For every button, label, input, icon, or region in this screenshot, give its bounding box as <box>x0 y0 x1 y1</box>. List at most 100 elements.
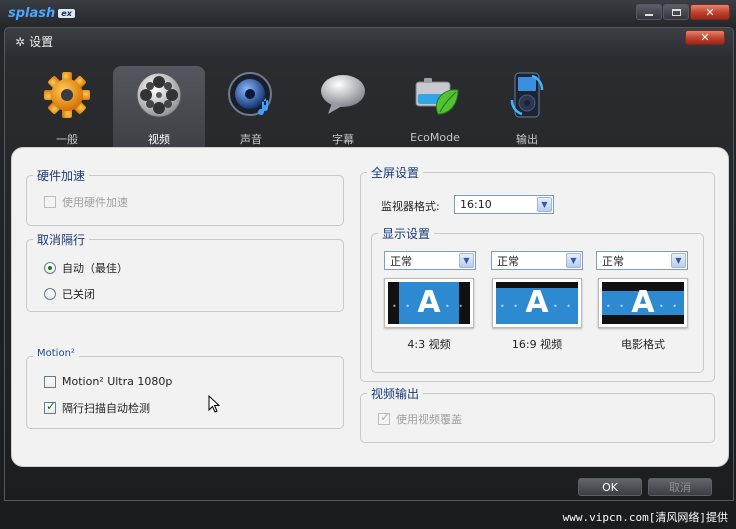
hw-accel-option: 使用硬件加速 <box>44 194 128 210</box>
motion-group: Motion² Motion² Ultra 1080p ✓ 隔行扫描自动检测 <box>26 348 344 429</box>
tab-output[interactable]: 输出 <box>481 66 573 148</box>
select-value: 正常 <box>390 254 412 268</box>
close-button[interactable]: ✕ <box>690 4 730 20</box>
app-logo: splash ex <box>8 5 75 21</box>
display-169-select[interactable]: 正常 ▼ <box>491 251 583 270</box>
monitor-format-select[interactable]: 16:10 ▼ <box>454 195 554 214</box>
settings-tabs: 一般 视频 声音 字幕 EcoMode 输出 <box>5 64 733 148</box>
preview-screen: • • • • • • A <box>388 282 470 324</box>
group-title: 硬件加速 <box>33 167 90 184</box>
preview-caption: 16:9 视频 <box>511 338 563 351</box>
hw-accel-group: 硬件加速 使用硬件加速 <box>26 167 344 226</box>
preview-screen: • • • • • • A <box>496 282 578 324</box>
chevron-down-icon: ▼ <box>566 253 581 268</box>
dialog-title: 设置 <box>29 35 54 49</box>
deinterlace-group: 取消隔行 自动（最佳） 已关闭 <box>26 231 344 312</box>
tab-label: 字幕 <box>332 133 354 146</box>
interlace-detect-option[interactable]: ✓ 隔行扫描自动检测 <box>44 399 150 416</box>
radio-label: 自动（最佳） <box>62 262 128 275</box>
video-settings-panel: 硬件加速 使用硬件加速 取消隔行 自动（最佳） 已关闭 Motion² Moti… <box>11 147 729 467</box>
preview-caption: 电影格式 <box>621 338 665 351</box>
preview-letter-a: A <box>417 285 441 320</box>
interlace-detect-checkbox[interactable]: ✓ <box>44 399 57 414</box>
select-value: 正常 <box>497 254 519 268</box>
maximize-button[interactable] <box>663 4 689 20</box>
speaker-icon <box>228 72 272 116</box>
check-icon: ✓ <box>46 399 57 413</box>
app-window: splash ex ✕ ✲ 设置 ✕ 一般 视频 声音 字幕 EcoMode 输… <box>0 0 736 529</box>
group-title: 取消隔行 <box>33 231 90 248</box>
tab-general[interactable]: 一般 <box>21 66 113 148</box>
tab-label: 视频 <box>148 133 170 146</box>
checkbox-label: 隔行扫描自动检测 <box>62 402 150 415</box>
group-title: 显示设置 <box>378 225 435 242</box>
preview-43: • • • • • • A <box>384 278 474 328</box>
checkbox-label: 使用视频覆盖 <box>396 413 462 426</box>
gear-icon <box>44 72 90 118</box>
group-title: Motion² <box>33 348 79 359</box>
checkbox-label: 使用硬件加速 <box>62 196 128 209</box>
hw-accel-checkbox[interactable] <box>44 196 56 208</box>
film-reel-icon <box>136 72 182 118</box>
radio-label: 已关闭 <box>62 288 95 301</box>
ok-button[interactable]: OK <box>578 478 642 496</box>
mouse-cursor-icon <box>208 395 220 413</box>
tab-subtitles[interactable]: 字幕 <box>297 66 389 148</box>
group-title: 视频输出 <box>367 385 424 402</box>
fullscreen-group: 全屏设置 监视器格式: 16:10 ▼ 显示设置 正常 ▼ 正常 ▼ 正常 ▼ … <box>360 164 715 382</box>
video-output-group: 视频输出 ✓ 使用视频覆盖 <box>360 385 715 443</box>
deinterlace-option-auto[interactable]: 自动（最佳） <box>44 260 128 276</box>
preview-cinema: • • • • • • A <box>598 278 688 328</box>
dialog-title-bar: ✲ 设置 <box>15 33 53 50</box>
app-logo-text: splash <box>8 5 56 21</box>
select-value: 正常 <box>602 254 624 268</box>
cancel-button[interactable]: 取消 <box>648 478 712 496</box>
speech-bubble-icon <box>321 75 365 114</box>
minimize-icon <box>645 14 653 16</box>
check-icon: ✓ <box>380 410 391 424</box>
display-cinema-select[interactable]: 正常 ▼ <box>596 251 688 270</box>
deinterlace-option-off[interactable]: 已关闭 <box>44 286 95 302</box>
maximize-icon <box>671 8 681 16</box>
tab-video[interactable]: 视频 <box>113 66 205 148</box>
close-icon: ✕ <box>705 5 715 19</box>
minimize-button[interactable] <box>636 4 662 20</box>
monitor-format-row: 监视器格式: <box>381 198 440 214</box>
preview-letter-a: A <box>631 285 655 320</box>
close-icon: ✕ <box>700 31 710 44</box>
group-title: 全屏设置 <box>367 164 424 181</box>
chevron-down-icon: ▼ <box>459 253 474 268</box>
battery-leaf-icon <box>415 78 459 115</box>
chevron-down-icon: ▼ <box>671 253 686 268</box>
tab-label: 一般 <box>56 133 78 146</box>
motion-ultra-checkbox[interactable] <box>44 375 56 388</box>
video-overlay-checkbox[interactable]: ✓ <box>378 410 391 425</box>
display-settings-group: 显示设置 正常 ▼ 正常 ▼ 正常 ▼ • • • • • • A • • • … <box>371 225 704 373</box>
settings-gear-icon: ✲ <box>15 34 26 49</box>
display-43-select[interactable]: 正常 ▼ <box>384 251 476 270</box>
select-value: 16:10 <box>460 198 492 211</box>
window-controls: ✕ <box>636 4 730 20</box>
preview-169: • • • • • • A <box>492 278 582 328</box>
chevron-down-icon: ▼ <box>537 197 552 212</box>
radio-selected-dot <box>48 266 52 270</box>
preview-letter-a: A <box>525 285 549 320</box>
watermark-text: www.vipcn.com[清风网络]提供 <box>562 511 728 524</box>
tab-label: 声音 <box>240 133 262 146</box>
tab-label: 输出 <box>516 133 538 146</box>
tab-label: EcoMode <box>410 131 460 144</box>
video-overlay-option: ✓ 使用视频覆盖 <box>378 410 462 427</box>
radio-button[interactable] <box>44 288 56 300</box>
ipod-icon <box>510 72 544 118</box>
motion-ultra-option[interactable]: Motion² Ultra 1080p <box>44 375 172 388</box>
app-logo-badge: ex <box>58 8 75 18</box>
preview-screen: • • • • • • A <box>602 282 684 324</box>
tab-ecomode[interactable]: EcoMode <box>389 66 481 148</box>
radio-button[interactable] <box>44 262 56 274</box>
tab-audio[interactable]: 声音 <box>205 66 297 148</box>
settings-dialog: ✲ 设置 ✕ 一般 视频 声音 字幕 EcoMode 输出 硬件加速 使用硬件加… <box>4 27 734 501</box>
dialog-close-button[interactable]: ✕ <box>685 30 725 45</box>
preview-caption: 4:3 视频 <box>407 338 451 351</box>
checkbox-label: Motion² Ultra 1080p <box>62 375 173 388</box>
monitor-format-label: 监视器格式: <box>381 200 440 213</box>
